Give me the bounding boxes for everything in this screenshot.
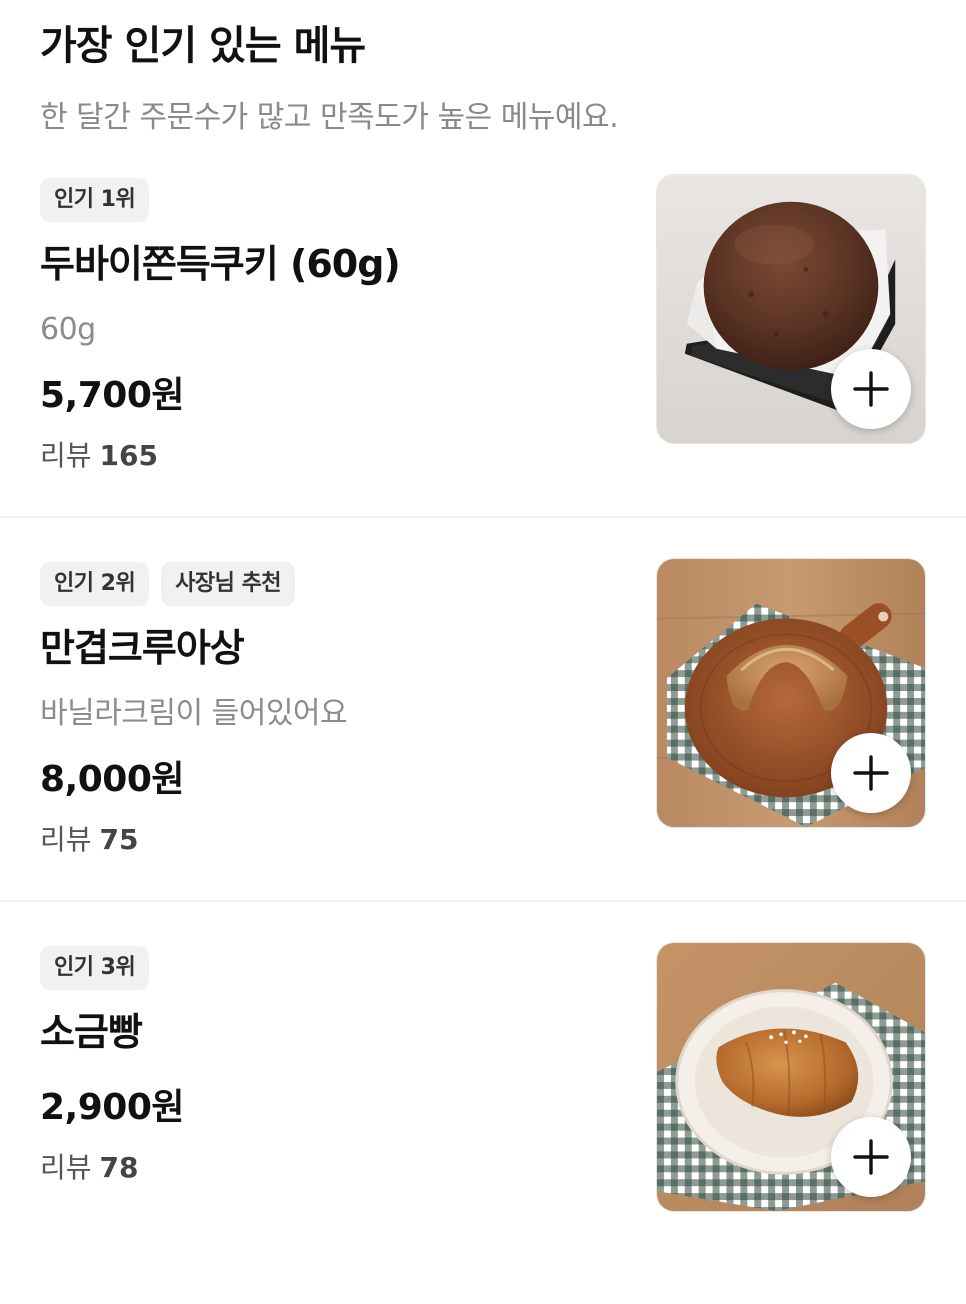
reviews-count: 78	[99, 1151, 139, 1184]
reviews-label: 리뷰	[40, 1151, 92, 1184]
menu-item-description: 60g	[40, 312, 96, 347]
menu-item-reviews: 리뷰 165	[40, 436, 158, 476]
menu-item-name: 두바이쫀득쿠키 (60g)	[40, 242, 401, 286]
rank-badge: 인기 3위	[40, 946, 150, 990]
menu-item-price: 5,700원	[40, 375, 185, 416]
menu-item-price: 8,000원	[40, 759, 185, 800]
reviews-label: 리뷰	[40, 439, 92, 472]
section-title: 가장 인기 있는 메뉴	[40, 23, 366, 69]
menu-item-name: 소금빵	[40, 1010, 143, 1054]
section-header: 가장 인기 있는 메뉴 한 달간 주문수가 많고 만족도가 높은 메뉴예요.	[40, 18, 920, 140]
plus-icon	[853, 755, 889, 791]
menu-item-reviews: 리뷰 78	[40, 1148, 139, 1188]
menu-item-name: 만겹크루아상	[40, 626, 245, 670]
divider	[0, 900, 966, 902]
menu-item-reviews: 리뷰 75	[40, 820, 139, 860]
section-subtitle: 한 달간 주문수가 많고 만족도가 높은 메뉴예요.	[40, 100, 619, 135]
reviews-count: 75	[99, 823, 139, 856]
badge-list: 인기 3위	[40, 946, 150, 990]
add-to-cart-button[interactable]	[831, 1117, 911, 1197]
badge-list: 인기 1위	[40, 178, 150, 222]
plus-icon	[853, 1139, 889, 1175]
menu-item-croissant[interactable]: 인기 2위 사장님 추천 만겹크루아상 바닐라크림이 들어있어요 8,000원 …	[0, 536, 966, 920]
rank-badge: 인기 1위	[40, 178, 150, 222]
menu-item-dubai-cookie[interactable]: 인기 1위 두바이쫀득쿠키 (60g) 60g 5,700원 리뷰 165	[0, 152, 966, 536]
menu-item-description: 바닐라크림이 들어있어요	[40, 696, 348, 731]
reviews-label: 리뷰	[40, 823, 92, 856]
add-to-cart-button[interactable]	[831, 733, 911, 813]
menu-item-salt-bread[interactable]: 인기 3위 소금빵 2,900원 리뷰 78	[0, 920, 966, 1304]
reviews-count: 165	[99, 439, 158, 472]
rank-badge: 인기 2위	[40, 562, 150, 606]
plus-icon	[853, 371, 889, 407]
add-to-cart-button[interactable]	[831, 349, 911, 429]
badge-list: 인기 2위 사장님 추천	[40, 562, 296, 606]
divider	[0, 516, 966, 518]
owner-pick-badge: 사장님 추천	[161, 562, 296, 606]
menu-item-price: 2,900원	[40, 1087, 185, 1128]
